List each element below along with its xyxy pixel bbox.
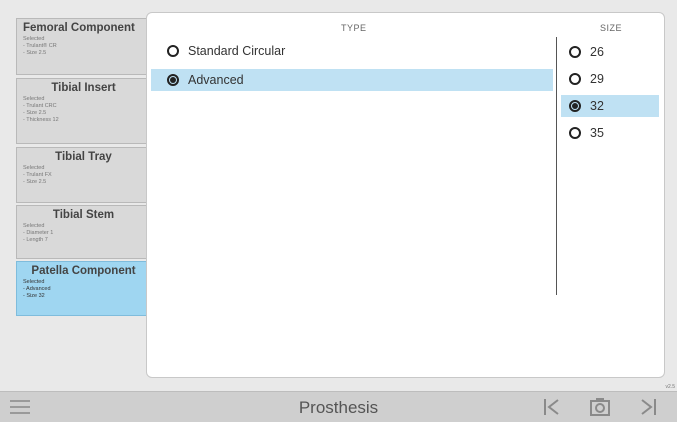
page-title: Prosthesis	[298, 398, 379, 417]
type-option-standard-circular[interactable]: Standard Circular	[159, 40, 553, 62]
component-tibial-stem[interactable]: Tibial Stem Selected - Diameter 1 - Leng…	[16, 205, 150, 259]
component-details: Selected - Trulant FX - Size 2.5	[23, 165, 52, 185]
component-details: Selected - Advanced - Size 32	[23, 279, 51, 299]
type-option-advanced[interactable]: Advanced	[151, 69, 553, 91]
size-option-label: 29	[590, 72, 604, 86]
camera-icon[interactable]	[589, 397, 611, 417]
radio-checked-icon	[167, 74, 179, 86]
skip-forward-icon[interactable]	[637, 397, 659, 417]
size-header: SIZE	[600, 23, 623, 33]
radio-unchecked-icon	[569, 73, 581, 85]
size-option-label: 35	[590, 126, 604, 140]
bottom-bar: Prosthesis	[0, 391, 677, 422]
radio-unchecked-icon	[569, 127, 581, 139]
component-title: Patella Component	[31, 265, 136, 277]
skip-back-icon[interactable]	[541, 397, 563, 417]
type-option-label: Standard Circular	[188, 44, 286, 58]
size-option-26[interactable]: 26	[561, 41, 659, 63]
component-tibial-insert[interactable]: Tibial Insert Selected - Trulant CRC - S…	[16, 78, 150, 144]
component-femoral[interactable]: Femoral Component Selected - Trulant® CR…	[16, 18, 150, 75]
component-patella[interactable]: Patella Component Selected - Advanced - …	[16, 261, 150, 316]
column-divider	[556, 37, 557, 295]
type-option-label: Advanced	[188, 73, 244, 87]
component-title: Tibial Insert	[51, 82, 116, 94]
size-option-35[interactable]: 35	[561, 122, 659, 144]
radio-checked-icon	[569, 100, 581, 112]
size-option-32[interactable]: 32	[561, 95, 659, 117]
component-details: Selected - Diameter 1 - Length 7	[23, 223, 54, 243]
component-tibial-tray[interactable]: Tibial Tray Selected - Trulant FX - Size…	[16, 147, 150, 203]
radio-unchecked-icon	[167, 45, 179, 57]
component-title: Femoral Component	[23, 22, 135, 34]
component-title: Tibial Stem	[52, 209, 115, 221]
component-details: Selected - Trulant® CR - Size 2.5	[23, 36, 57, 56]
size-option-label: 32	[590, 99, 604, 113]
version-label: v2.5	[665, 384, 675, 390]
component-details: Selected - Trulant CRC - Size 2.5 - Thic…	[23, 96, 59, 123]
component-title: Tibial Tray	[55, 151, 112, 163]
type-header: TYPE	[341, 23, 367, 33]
radio-unchecked-icon	[569, 46, 581, 58]
options-panel: TYPE SIZE Standard Circular Advanced 26 …	[146, 12, 665, 378]
size-option-29[interactable]: 29	[561, 68, 659, 90]
size-option-label: 26	[590, 45, 604, 59]
